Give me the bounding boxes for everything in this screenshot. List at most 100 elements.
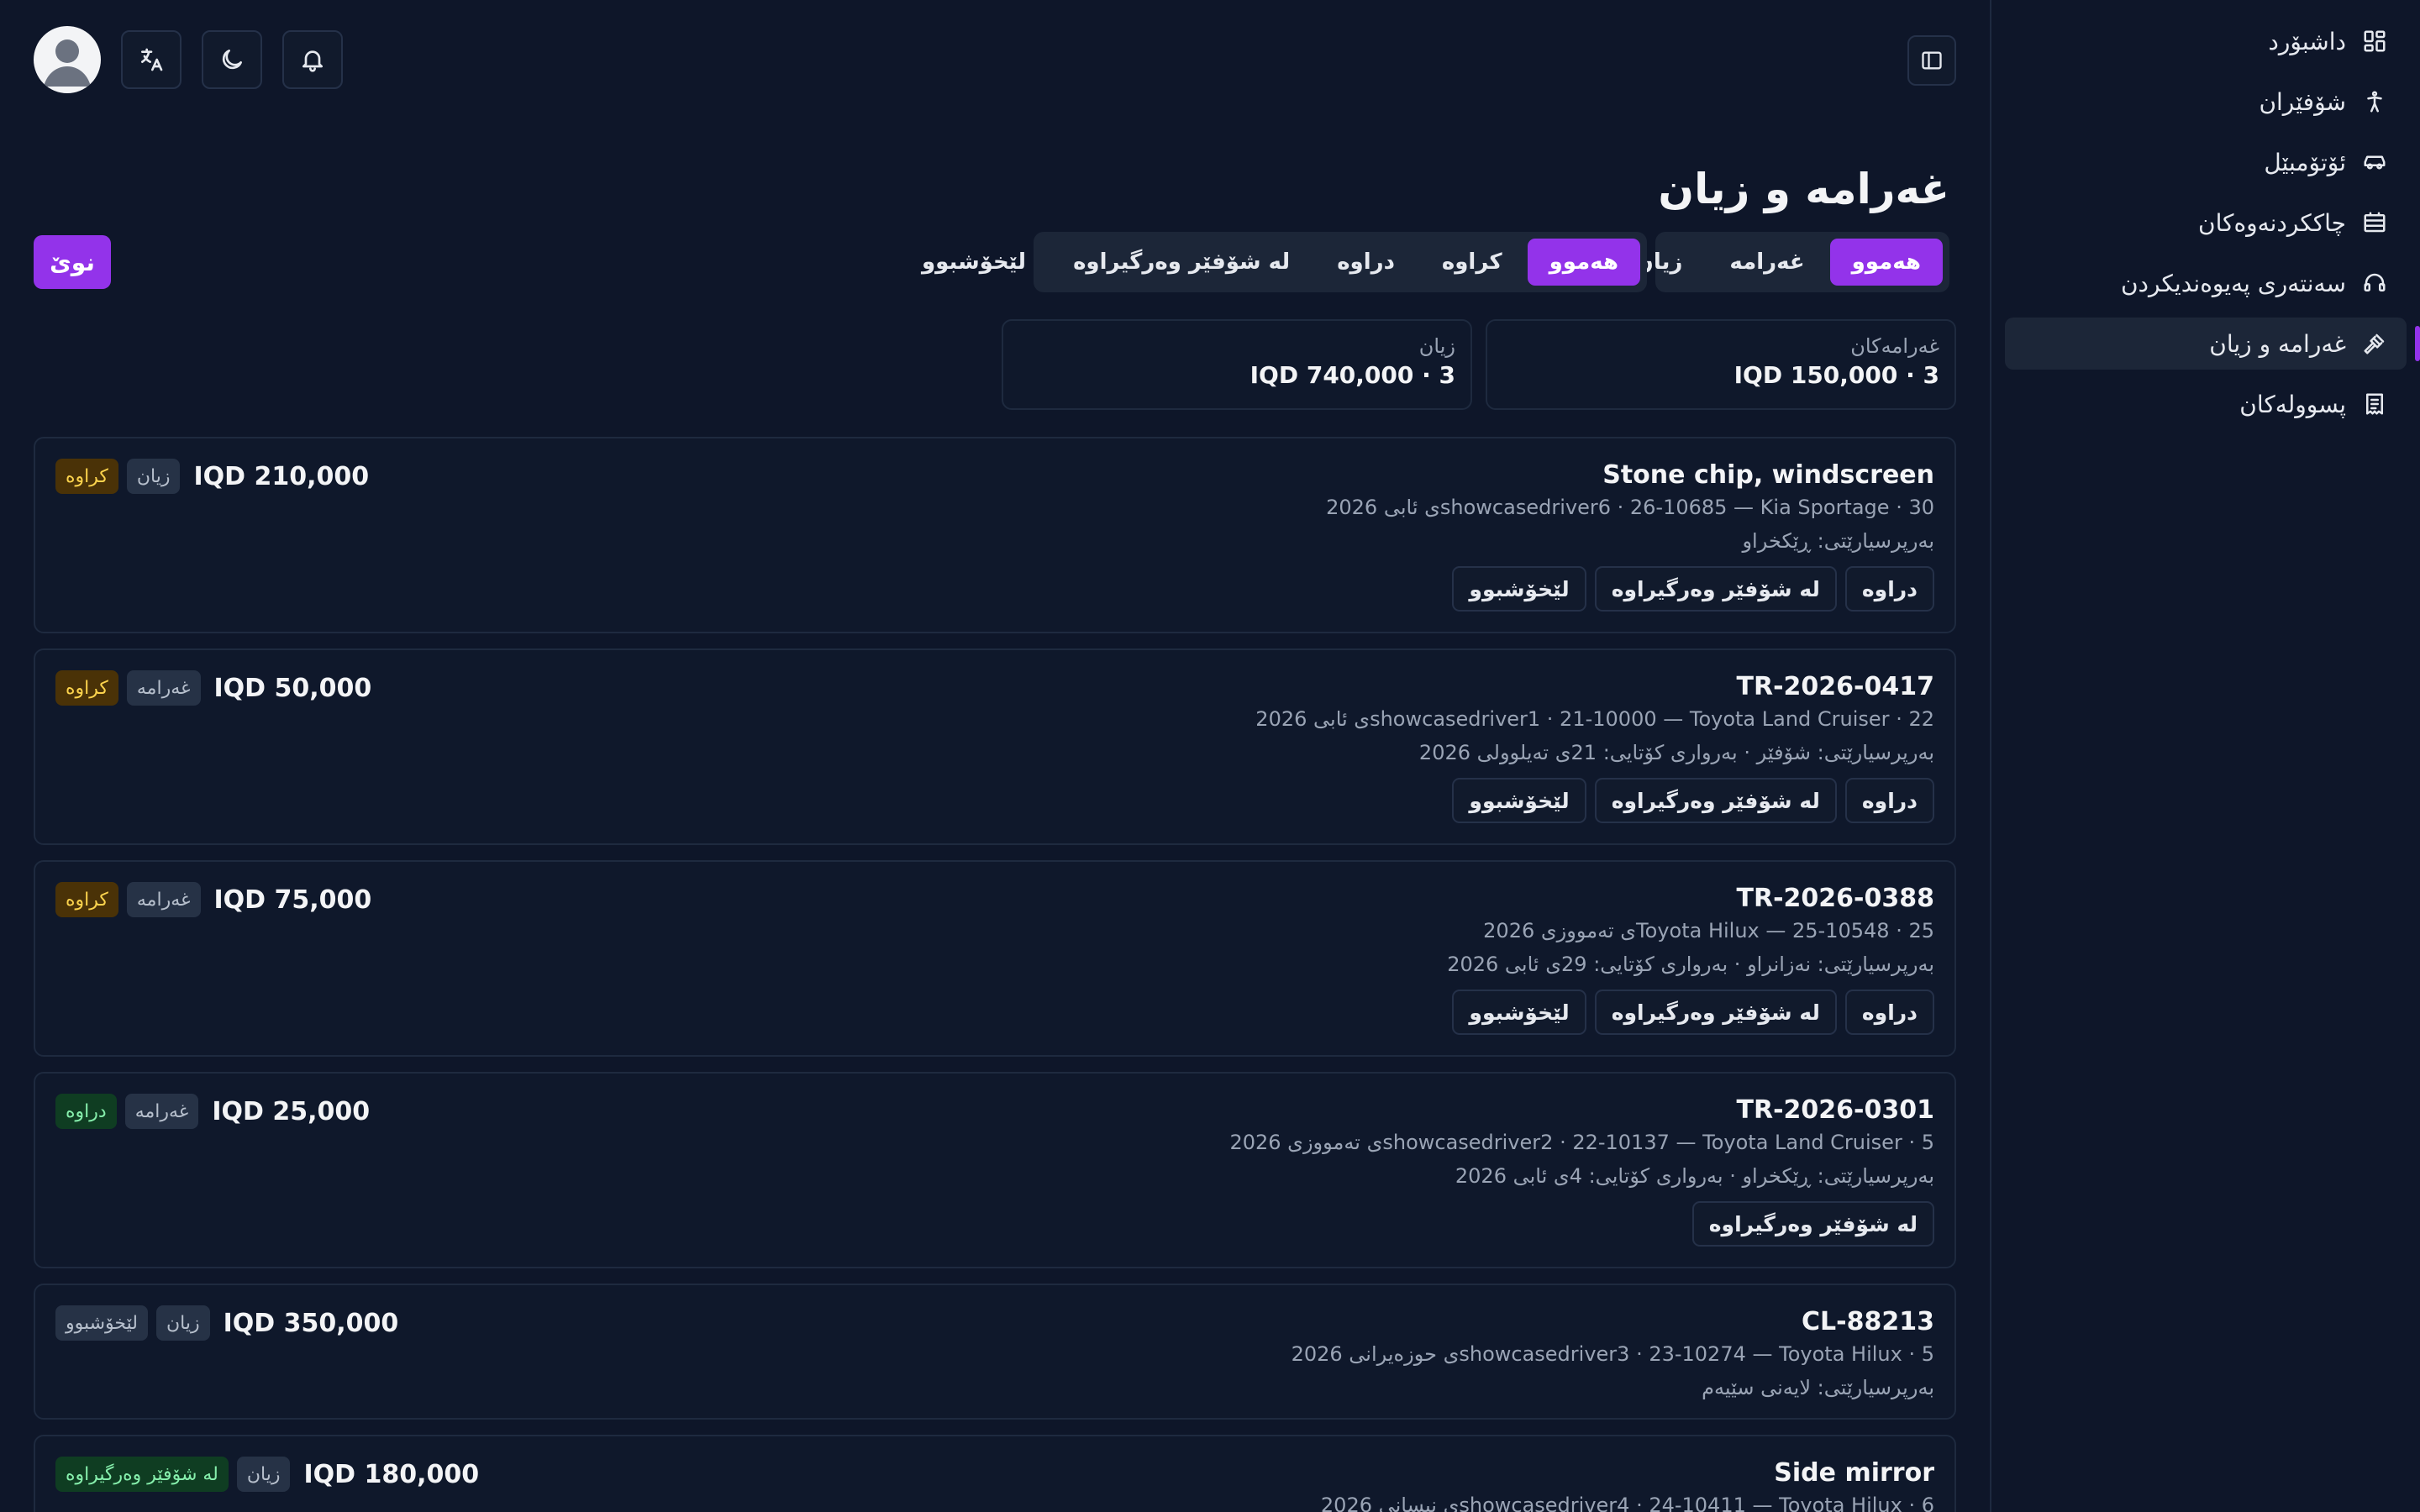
language-button[interactable] — [121, 30, 182, 89]
record-actions: دراوە لە شۆفێر وەرگیراوە لێخۆشبوو — [1452, 990, 1934, 1035]
record-responsibility: بەرپرسیارێتی: نەزانراو · بەرواری کۆتایی:… — [1447, 953, 1934, 976]
stat-fines-label: غەرامەکان — [1850, 334, 1939, 358]
sidebar-panel-icon — [1920, 49, 1944, 72]
record-vehicle-meta: 5 · showcasedriver2 · 22-10137 — Toyota … — [1229, 1131, 1934, 1154]
sidebar-item-label: شۆفێران — [2259, 87, 2346, 116]
status-badge: کراوە — [55, 459, 118, 494]
sidebar-item-label: پسوولەکان — [2239, 390, 2346, 418]
maintenance-icon — [2361, 209, 2388, 236]
record-title: TR-2026-0301 — [1736, 1095, 1934, 1125]
record-amount: IQD 350,000 — [223, 1308, 399, 1338]
record-responsibility: بەرپرسیارێتی: ڕێکخراو — [1742, 529, 1934, 553]
sidebar-item-receipts[interactable]: پسوولەکان — [2005, 378, 2407, 430]
sidebar-item-fines-damages[interactable]: غەرامە و زیان — [2005, 318, 2420, 370]
sidebar-item-label: داشبۆرد — [2268, 27, 2346, 55]
bell-icon — [299, 46, 326, 73]
car-icon — [2361, 149, 2388, 176]
status-filter: هەموو کراوە دراوە لە شۆفێر وەرگیراوە لێخ… — [922, 232, 1647, 292]
dashboard-icon — [2361, 28, 2388, 55]
translate-icon — [138, 46, 165, 73]
record-summary: کراوە غەرامە IQD 75,000 — [55, 882, 371, 917]
sidebar-toggle-button[interactable] — [1907, 35, 1956, 86]
type-badge: زیان — [236, 1457, 291, 1492]
status-badge: لێخۆشبوو — [55, 1305, 148, 1341]
mark-waived-button[interactable]: لێخۆشبوو — [1452, 778, 1586, 823]
record-card: CL-88213 5 · showcasedriver3 · 23-10274 … — [34, 1284, 1956, 1420]
headset-icon — [2361, 270, 2388, 297]
status-filter-paid[interactable]: دراوە — [1315, 239, 1417, 286]
type-badge: غەرامە — [124, 1094, 199, 1129]
mark-paid-button[interactable]: دراوە — [1844, 778, 1934, 823]
record-summary: کراوە غەرامە IQD 50,000 — [55, 670, 371, 706]
record-card: Stone chip, windscreen 30 · showcasedriv… — [34, 437, 1956, 633]
type-badge: غەرامە — [126, 670, 201, 706]
record-actions: لە شۆفێر وەرگیراوە — [1691, 1201, 1934, 1247]
status-filter-all[interactable]: هەموو — [1527, 239, 1640, 286]
status-badge: کراوە — [55, 670, 118, 706]
record-card: TR-2026-0417 22 · showcasedriver1 · 21-1… — [34, 648, 1956, 845]
mark-recovered-button[interactable]: لە شۆفێر وەرگیراوە — [1691, 1201, 1934, 1247]
page-title: غەرامە و زیان — [1658, 165, 1949, 213]
sidebar-item-label: ئۆتۆمبێل — [2264, 148, 2346, 176]
type-filter-all[interactable]: هەموو — [1829, 239, 1943, 286]
moon-icon — [218, 46, 245, 73]
mark-paid-button[interactable]: دراوە — [1844, 566, 1934, 612]
record-card: TR-2026-0301 5 · showcasedriver2 · 22-10… — [34, 1072, 1956, 1268]
record-vehicle-meta: 25 · 25-10548 — Toyota Hiluxی تەمووزی 20… — [1483, 919, 1934, 942]
status-filter-open[interactable]: کراوە — [1420, 239, 1524, 286]
record-vehicle-meta: 5 · showcasedriver3 · 23-10274 — Toyota … — [1291, 1342, 1934, 1366]
stat-fines-value: 3 · IQD 150,000 — [1733, 361, 1939, 389]
type-filter-fine[interactable]: غەرامە — [1707, 239, 1826, 286]
record-summary: لە شۆفێر وەرگیراوە زیان IQD 180,000 — [55, 1457, 479, 1492]
record-title: TR-2026-0417 — [1736, 672, 1934, 701]
sidebar-item-call-center[interactable]: سەنتەری پەیوەندیکردن — [2005, 257, 2407, 309]
avatar[interactable] — [34, 26, 101, 93]
receipt-icon — [2361, 391, 2388, 417]
type-badge: زیان — [126, 459, 181, 494]
sidebar-item-drivers[interactable]: شۆفێران — [2005, 76, 2407, 128]
sidebar-item-label: سەنتەری پەیوەندیکردن — [2120, 269, 2346, 297]
record-amount: IQD 50,000 — [213, 673, 372, 703]
sidebar-item-vehicles[interactable]: ئۆتۆمبێل — [2005, 136, 2407, 188]
mark-recovered-button[interactable]: لە شۆفێر وەرگیراوە — [1594, 778, 1837, 823]
record-actions: دراوە لە شۆفێر وەرگیراوە لێخۆشبوو — [1452, 778, 1934, 823]
new-record-button[interactable]: نوێ — [34, 235, 111, 289]
type-filter: هەموو غەرامە زیان — [1635, 232, 1949, 292]
record-title: CL-88213 — [1802, 1307, 1934, 1336]
record-title: Side mirror — [1774, 1458, 1934, 1488]
record-vehicle-meta: 6 · showcasedriver4 · 24-10411 — Toyota … — [1320, 1494, 1934, 1512]
record-responsibility: بەرپرسیارێتی: ڕێکخراو · بەرواری کۆتایی: … — [1455, 1164, 1934, 1188]
record-card: Side mirror 6 · showcasedriver4 · 24-104… — [34, 1435, 1956, 1512]
mark-recovered-button[interactable]: لە شۆفێر وەرگیراوە — [1594, 990, 1837, 1035]
mark-recovered-button[interactable]: لە شۆفێر وەرگیراوە — [1594, 566, 1837, 612]
record-responsibility: بەرپرسیارێتی: لایەنی سێیەم — [1702, 1376, 1934, 1399]
status-filter-recovered[interactable]: لە شۆفێر وەرگیراوە — [1051, 239, 1312, 286]
stat-fines: غەرامەکان 3 · IQD 150,000 — [1486, 319, 1956, 410]
record-vehicle-meta: 22 · showcasedriver1 · 21-10000 — Toyota… — [1255, 707, 1934, 731]
record-amount: IQD 180,000 — [303, 1459, 480, 1489]
status-badge: لە شۆفێر وەرگیراوە — [55, 1457, 229, 1492]
mark-waived-button[interactable]: لێخۆشبوو — [1452, 566, 1586, 612]
record-card: TR-2026-0388 25 · 25-10548 — Toyota Hilu… — [34, 860, 1956, 1057]
record-amount: IQD 210,000 — [193, 461, 370, 491]
notifications-button[interactable] — [282, 30, 343, 89]
record-amount: IQD 75,000 — [213, 885, 372, 915]
record-title: Stone chip, windscreen — [1602, 460, 1934, 490]
sidebar-item-label: غەرامە و زیان — [2209, 329, 2346, 358]
status-filter-waived[interactable]: لێخۆشبوو — [900, 239, 1048, 286]
theme-toggle-button[interactable] — [202, 30, 262, 89]
record-responsibility: بەرپرسیارێتی: شۆفێر · بەرواری کۆتایی: 21… — [1418, 741, 1934, 764]
mark-paid-button[interactable]: دراوە — [1844, 990, 1934, 1035]
person-icon — [2361, 88, 2388, 115]
mark-waived-button[interactable]: لێخۆشبوو — [1452, 990, 1586, 1035]
gavel-icon — [2361, 330, 2388, 357]
type-badge: غەرامە — [126, 882, 201, 917]
sidebar-item-dashboard[interactable]: داشبۆرد — [2005, 15, 2407, 67]
stat-damages-label: زیان — [1418, 334, 1455, 358]
sidebar: داشبۆرد شۆفێران ئۆتۆمبێل چاککردنەوەکان س… — [1990, 0, 2420, 1512]
sidebar-item-label: چاککردنەوەکان — [2198, 208, 2346, 237]
type-badge: زیان — [155, 1305, 210, 1341]
record-amount: IQD 25,000 — [212, 1096, 371, 1126]
record-summary: کراوە زیان IQD 210,000 — [55, 459, 369, 494]
sidebar-item-maintenance[interactable]: چاککردنەوەکان — [2005, 197, 2407, 249]
